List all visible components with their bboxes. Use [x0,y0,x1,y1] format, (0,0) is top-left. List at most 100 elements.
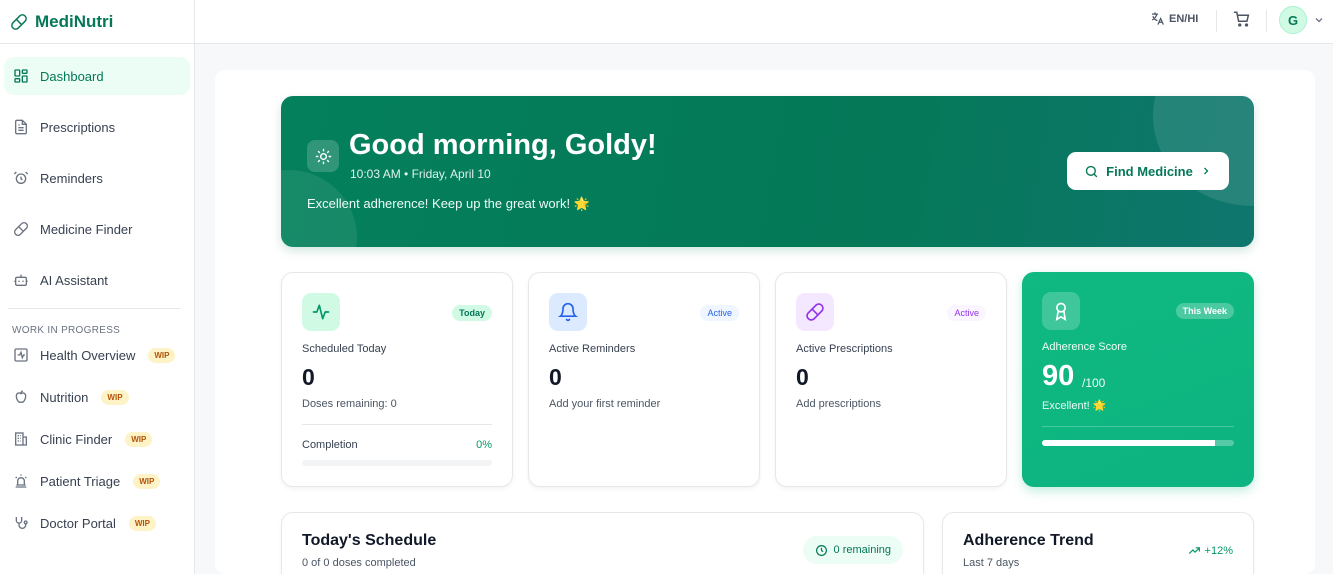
nav-item-prescriptions[interactable]: Prescriptions [4,108,190,146]
card-divider [1042,426,1234,427]
active-prescriptions-card[interactable]: Active Active Prescriptions 0 Add prescr… [775,272,1007,487]
alarm-icon [13,171,29,184]
nav-label: Doctor Portal [40,515,116,531]
wip-badge: WIP [133,473,161,489]
card-note: Add prescriptions [796,398,881,410]
wip-badge: WIP [148,347,176,363]
nav-label: Medicine Finder [40,221,133,237]
nav-label: Nutrition [40,389,89,405]
adherence-progress [1042,440,1234,446]
nav-item-ai-assistant[interactable]: AI Assistant [4,261,190,299]
active-badge: Active [700,305,739,321]
completion-progress [302,460,492,466]
section-title: Adherence Trend [963,532,1094,549]
nav-label: Patient Triage [40,473,121,489]
wip-badge: WIP [101,389,129,405]
nav-item-health-overview[interactable]: Health Overview WIP [4,339,190,371]
nav-item-medicine-finder[interactable]: Medicine Finder [4,210,190,248]
pill-icon [14,222,28,236]
completion-label: Completion [302,439,358,451]
grid-icon [14,69,28,83]
completion-value: 0% [476,439,492,451]
topbar-divider [1216,10,1217,32]
nav-item-reminders[interactable]: Reminders [4,159,190,197]
card-value: 0 [302,364,315,390]
file-icon [15,119,27,135]
sidebar: MediNutri Dashboard Prescriptions Remind… [0,0,195,574]
topbar-divider [1266,10,1267,32]
trend-change: +12% [1188,544,1233,557]
award-icon [1042,292,1080,330]
active-reminders-card[interactable]: Active Active Reminders 0 Add your first… [528,272,760,487]
greeting-title: Good morning, Goldy! [349,129,657,161]
section-subtitle: 0 of 0 doses completed [302,557,416,569]
pill-icon [11,13,27,30]
nav-label: Prescriptions [40,119,116,135]
find-medicine-button[interactable]: Find Medicine [1067,152,1229,190]
nav-label: Health Overview [40,347,136,363]
brand-name: MediNutri [35,11,114,31]
siren-icon [15,474,27,488]
greeting-datetime: 10:03 AM • Friday, April 10 [350,167,491,181]
card-label: Active Prescriptions [796,343,893,355]
card-value: 0 [796,364,809,390]
nav-item-patient-triage[interactable]: Patient Triage WIP [4,465,190,497]
sun-icon [307,140,339,172]
language-label: EN/HI [1169,12,1199,25]
nav-item-doctor-portal[interactable]: Doctor Portal WIP [4,507,190,539]
active-badge: Active [947,305,986,321]
card-note: Add your first reminder [549,398,661,410]
adherence-value: 90 [1042,360,1075,392]
chevron-right-icon [1203,167,1209,175]
card-value: 0 [549,364,562,390]
nav-label: AI Assistant [40,272,108,288]
trending-up-icon [1188,547,1200,554]
activity-icon [302,293,340,331]
today-badge: Today [452,305,492,321]
nav-label: Dashboard [40,68,104,84]
section-title: Today's Schedule [302,532,437,549]
card-label: Active Reminders [549,343,636,355]
clock-icon [815,544,827,556]
card-divider [302,424,492,425]
todays-schedule-card: Today's Schedule 0 of 0 doses completed … [281,512,924,574]
find-medicine-label: Find Medicine [1106,163,1193,179]
wip-badge: WIP [125,431,153,447]
activity-icon [14,348,28,362]
translate-icon [1151,12,1164,25]
greeting-message: Excellent adherence! Keep up the great w… [307,196,590,211]
avatar[interactable]: G [1279,6,1307,34]
cart-icon [1233,11,1250,27]
card-note: Excellent! 🌟 [1042,400,1107,412]
nav-label: Clinic Finder [40,431,113,447]
wip-list: Health Overview WIP Nutrition WIP Clinic… [0,339,194,539]
wip-section-label: WORK IN PROGRESS [12,325,121,336]
search-icon [1085,165,1098,177]
stethoscope-icon [15,517,28,529]
cart-button[interactable] [1233,10,1251,33]
adherence-progress-fill [1042,440,1215,446]
section-subtitle: Last 7 days [963,557,1020,569]
this-week-badge: This Week [1175,303,1234,319]
nav-item-dashboard[interactable]: Dashboard [4,57,190,95]
pill-icon [796,293,834,331]
wip-badge: WIP [128,515,156,531]
brand[interactable]: MediNutri [0,0,194,44]
language-toggle[interactable]: EN/HI [1150,11,1198,26]
nav-item-nutrition[interactable]: Nutrition WIP [4,381,190,413]
chevron-down-icon[interactable] [1313,14,1325,26]
nav-item-clinic-finder[interactable]: Clinic Finder WIP [4,423,190,455]
apple-icon [15,390,27,404]
card-label: Scheduled Today [302,343,387,355]
bot-icon [14,274,28,286]
topbar: EN/HI G [195,0,1333,44]
remaining-label: 0 remaining [833,544,891,556]
card-label: Adherence Score [1042,341,1127,353]
bell-icon [549,293,587,331]
main-nav: Dashboard Prescriptions Reminders Medici… [0,44,194,309]
scheduled-today-card[interactable]: Today Scheduled Today 0 Doses remaining:… [281,272,513,487]
card-note: Doses remaining: 0 [302,398,397,410]
adherence-score-card[interactable]: This Week Adherence Score 90 /100 Excell… [1022,272,1254,487]
adherence-trend-card: Adherence Trend Last 7 days +12% [942,512,1254,574]
welcome-banner: Good morning, Goldy! 10:03 AM • Friday, … [281,96,1254,247]
